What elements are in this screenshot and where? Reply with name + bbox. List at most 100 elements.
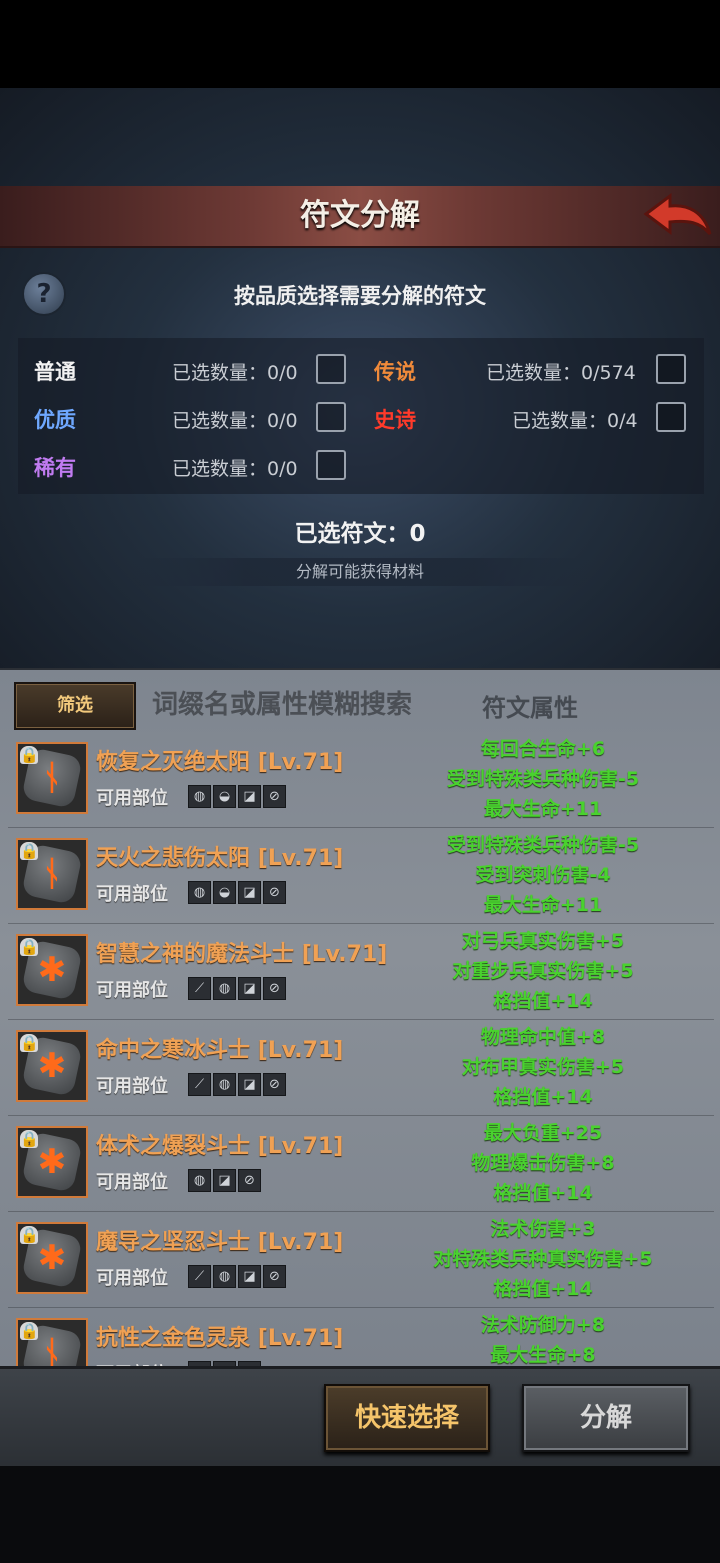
- rune-attributes: 受到特殊类兵种伤害-5 受到突刺伤害-4 最大生命+11: [408, 830, 678, 920]
- rune-attribute: 受到特殊类兵种伤害-5: [446, 834, 640, 856]
- rune-icon[interactable]: ✱ 🔒: [16, 1222, 88, 1294]
- rune-attribute: 受到特殊类兵种伤害-5: [446, 768, 640, 790]
- rune-row[interactable]: ✱ 🔒 命中之寒冰斗士 [Lv.71] 可用部位 ⟋ ◍ ◪ ⊘ 物理命中值+8 对布甲…: [8, 1020, 714, 1116]
- rune-icon[interactable]: ᚾ 🔒: [16, 742, 88, 814]
- rune-name: 抗性之金色灵泉: [96, 1326, 251, 1351]
- slot-icon: ◪: [238, 785, 261, 808]
- slot-label: 可用部位: [96, 980, 168, 1001]
- lock-icon[interactable]: 🔒: [20, 1322, 39, 1340]
- rune-attribute: 法术防御力+8: [480, 1314, 606, 1336]
- checkbox-legendary[interactable]: [656, 354, 686, 384]
- slot-icon: ◍: [188, 785, 211, 808]
- slot-icon: ◍: [213, 1265, 236, 1288]
- slot-icon: ⊘: [238, 1169, 261, 1192]
- slot-icon: ⊘: [263, 1265, 286, 1288]
- lock-icon[interactable]: 🔒: [20, 1034, 39, 1052]
- lock-icon[interactable]: 🔒: [20, 938, 39, 956]
- rune-attribute: 对弓兵真实伤害+5: [461, 930, 625, 952]
- back-arrow-icon[interactable]: [642, 190, 714, 242]
- rune-list[interactable]: ᚾ 🔒 恢复之灭绝太阳 [Lv.71] 可用部位 ◍ ◒ ◪ ⊘ 每回合生命+6 受到特…: [0, 732, 720, 1368]
- rune-level: [Lv.71]: [257, 1134, 344, 1159]
- rune-name-line: 命中之寒冰斗士 [Lv.71]: [96, 1032, 343, 1064]
- checkbox-quality[interactable]: [316, 402, 346, 432]
- checkbox-common[interactable]: [316, 354, 346, 384]
- slot-icons: ◍ ◒ ◪ ⊘: [188, 881, 288, 904]
- rune-name: 魔导之坚忍斗士: [96, 1230, 251, 1255]
- rune-name: 天火之悲伤太阳: [96, 846, 251, 871]
- rune-attribute: 对特殊类兵种真实伤害+5: [433, 1248, 653, 1270]
- rune-row[interactable]: ✱ 🔒 魔导之坚忍斗士 [Lv.71] 可用部位 ⟋ ◍ ◪ ⊘ 法术伤害+3 对特殊类…: [8, 1212, 714, 1308]
- slot-icons: ⟋ ◍ ◪ ⊘: [188, 1265, 288, 1288]
- quality-panel: 普通 已选数量：0/0 优质 已选数量：0/0 稀有 已选数量：0/0 传说 已…: [18, 338, 704, 494]
- slot-icon: ◒: [213, 881, 236, 904]
- rune-icon[interactable]: ᚾ 🔒: [16, 838, 88, 910]
- rune-name: 体术之爆裂斗士: [96, 1134, 251, 1159]
- rune-name-line: 天火之悲伤太阳 [Lv.71]: [96, 840, 343, 872]
- slot-icon: ⊘: [263, 977, 286, 1000]
- slot-icon: ⊘: [263, 881, 286, 904]
- slot-label: 可用部位: [96, 788, 168, 809]
- rune-row[interactable]: ᚾ 🔒 抗性之金色灵泉 [Lv.71] 可用部位 ◍◪⊘ 法术防御力+8最大生命…: [8, 1308, 714, 1368]
- decompose-button[interactable]: 分解: [522, 1384, 690, 1452]
- status-bar: [0, 0, 720, 88]
- rune-attribute: 受到突刺伤害-4: [475, 864, 611, 886]
- rune-name-line: 智慧之神的魔法斗士 [Lv.71]: [96, 936, 387, 968]
- rune-icon[interactable]: ✱ 🔒: [16, 934, 88, 1006]
- quality-label-epic: 史诗: [374, 408, 416, 432]
- rune-icon[interactable]: ✱ 🔒: [16, 1030, 88, 1102]
- rune-attribute: 格挡值+14: [493, 1182, 593, 1204]
- rune-row[interactable]: ✱ 🔒 体术之爆裂斗士 [Lv.71] 可用部位 ◍ ◪ ⊘ 最大负重+25 物理爆击…: [8, 1116, 714, 1212]
- rune-attribute: 格挡值+14: [493, 1278, 593, 1300]
- search-input[interactable]: [150, 682, 464, 728]
- slot-icon: ◪: [238, 881, 261, 904]
- rune-row[interactable]: ᚾ 🔒 恢复之灭绝太阳 [Lv.71] 可用部位 ◍ ◒ ◪ ⊘ 每回合生命+6 受到特…: [8, 732, 714, 828]
- slot-icon: ◪: [238, 977, 261, 1000]
- rune-name: 恢复之灭绝太阳: [96, 750, 251, 775]
- slot-icon: ◍: [213, 1073, 236, 1096]
- rune-attribute: 最大生命+11: [483, 798, 603, 820]
- lock-icon[interactable]: 🔒: [20, 1130, 39, 1148]
- rune-level: [Lv.71]: [257, 1230, 344, 1255]
- lock-icon[interactable]: 🔒: [20, 842, 39, 860]
- slot-icon: ⟋: [188, 977, 211, 1000]
- lock-icon[interactable]: 🔒: [20, 746, 39, 764]
- rune-list-panel: 筛选 符文属性 ᚾ 🔒 恢复之灭绝太阳 [Lv.71] 可用部位 ◍◒◪⊘ 每回…: [0, 668, 720, 1368]
- rune-attribute: 格挡值+14: [493, 990, 593, 1012]
- quality-count-legendary: 已选数量：0/574: [486, 362, 636, 384]
- rune-attributes: 对弓兵真实伤害+5 对重步兵真实伤害+5 格挡值+14: [408, 926, 678, 1016]
- rune-attribute: 物理命中值+8: [480, 1026, 606, 1048]
- rune-attributes: 每回合生命+6 受到特殊类兵种伤害-5 最大生命+11: [408, 734, 678, 824]
- rune-attribute: 法术伤害+3: [490, 1218, 596, 1240]
- slot-icon: ⟋: [188, 1265, 211, 1288]
- attr-header: 符文属性: [482, 694, 578, 722]
- quality-label-legendary: 传说: [374, 360, 416, 384]
- rune-level: [Lv.71]: [257, 1038, 344, 1063]
- rune-level: [Lv.71]: [257, 1326, 344, 1351]
- slot-label: 可用部位: [96, 1268, 168, 1289]
- rune-attribute: 每回合生命+6: [480, 738, 606, 760]
- quality-count-quality: 已选数量：0/0: [172, 410, 298, 432]
- rune-icon[interactable]: ᚾ 🔒: [16, 1318, 88, 1368]
- rune-row[interactable]: ᚾ 🔒 天火之悲伤太阳 [Lv.71] 可用部位 ◍ ◒ ◪ ⊘ 受到特殊类兵种伤害-…: [8, 828, 714, 924]
- slot-label: 可用部位: [96, 884, 168, 905]
- quality-count-common: 已选数量：0/0: [172, 362, 298, 384]
- rune-attributes: 法术伤害+3 对特殊类兵种真实伤害+5 格挡值+14: [408, 1214, 678, 1304]
- rune-name-line: 魔导之坚忍斗士 [Lv.71]: [96, 1224, 343, 1256]
- quality-label-rare: 稀有: [34, 456, 76, 480]
- checkbox-rare[interactable]: [316, 450, 346, 480]
- rune-icon[interactable]: ✱ 🔒: [16, 1126, 88, 1198]
- rune-attribute: 物理爆击伤害+8: [471, 1152, 615, 1174]
- slot-icon: ⊘: [263, 785, 286, 808]
- filter-button[interactable]: 筛选: [14, 682, 136, 730]
- slot-icon: ◍: [188, 881, 211, 904]
- rune-row[interactable]: ✱ 🔒 智慧之神的魔法斗士 [Lv.71] 可用部位 ⟋ ◍ ◪ ⊘ 对弓兵真实伤害+…: [8, 924, 714, 1020]
- checkbox-epic[interactable]: [656, 402, 686, 432]
- rune-attribute: 格挡值+14: [493, 1086, 593, 1108]
- quality-label-common: 普通: [34, 360, 76, 384]
- instruction-text: 按品质选择需要分解的符文: [234, 284, 486, 308]
- selected-runes-count: 已选符文：0: [294, 521, 426, 547]
- slot-label: 可用部位: [96, 1172, 168, 1193]
- lock-icon[interactable]: 🔒: [20, 1226, 39, 1244]
- quick-select-button[interactable]: 快速选择: [324, 1384, 490, 1452]
- rune-attribute: 最大生命+8: [490, 1344, 596, 1366]
